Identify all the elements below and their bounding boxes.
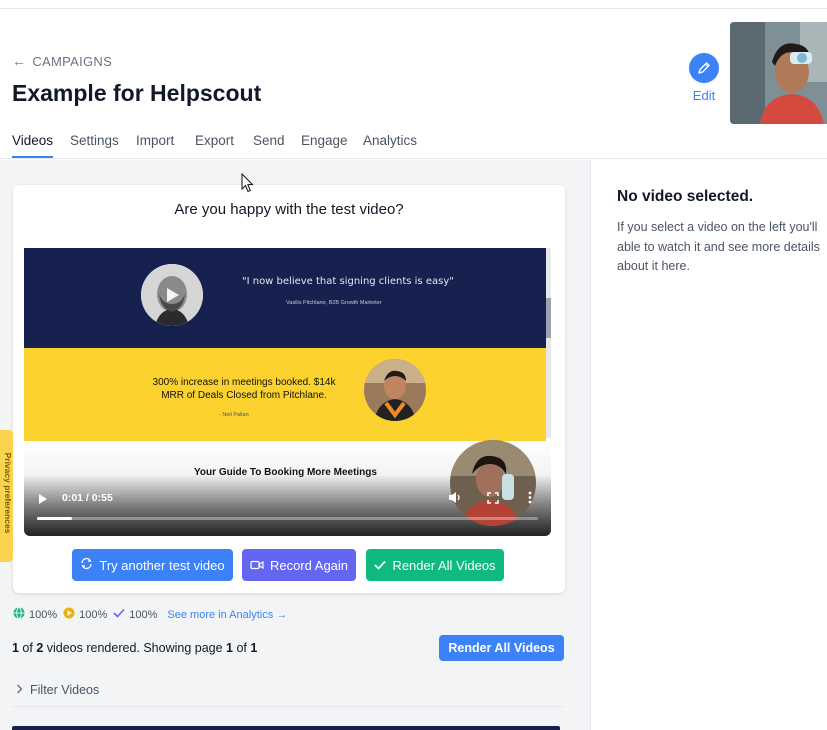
video-stats-text: 300% increase in meetings booked. $14k M… xyxy=(124,376,364,402)
record-again-button[interactable]: Record Again xyxy=(242,549,356,581)
back-link-label: CAMPAIGNS xyxy=(32,53,113,69)
render-of-label-2: of xyxy=(233,641,251,655)
test-video-card: Are you happy with the test video? "I no… xyxy=(13,185,565,593)
completed-percent: 100% xyxy=(129,608,158,621)
see-more-analytics-link[interactable]: See more in Analytics → xyxy=(167,609,287,621)
refresh-icon xyxy=(80,557,93,573)
video-scrollbar-thumb[interactable] xyxy=(546,298,551,338)
try-another-label: Try another test video xyxy=(99,557,225,573)
video-quote-attribution: Vasilis Pitchlane, B2B Growth Marketer xyxy=(286,300,382,306)
current-page: 1 xyxy=(226,641,233,655)
video-scrollbar-track[interactable] xyxy=(546,248,551,438)
tab-videos[interactable]: Videos xyxy=(12,133,54,158)
total-pages: 1 xyxy=(250,641,258,655)
test-video-question: Are you happy with the test video? xyxy=(174,201,404,218)
render-all-videos-secondary-button[interactable]: Render All Videos xyxy=(439,635,564,661)
played-percent: 100% xyxy=(79,608,108,621)
play-circle-icon xyxy=(63,607,75,622)
tab-export[interactable]: Export xyxy=(195,133,234,156)
rendered-count: 1 xyxy=(12,641,19,655)
video-progress-fill xyxy=(37,517,73,520)
testimonial-face-image xyxy=(141,264,203,326)
next-video-preview-edge xyxy=(12,726,560,730)
volume-icon[interactable] xyxy=(448,491,462,509)
render-status-text: 1 of 2 videos rendered. Showing page 1 o… xyxy=(12,641,257,655)
chevron-right-icon xyxy=(16,683,23,697)
filter-divider xyxy=(12,706,564,707)
video-camera-icon xyxy=(250,558,264,573)
privacy-preferences-tab[interactable]: Privacy preferences xyxy=(0,430,13,562)
tab-import[interactable]: Import xyxy=(136,133,174,156)
details-body: If you select a video on the left you'll… xyxy=(617,220,820,273)
video-stats-line-1: 300% increase in meetings booked. $14k xyxy=(152,377,336,388)
try-another-video-button[interactable]: Try another test video xyxy=(72,549,233,581)
video-details-pane: No video selected. If you select a video… xyxy=(590,160,827,730)
video-stats-line-2: MRR of Deals Closed from Pitchlane. xyxy=(161,390,327,401)
fullscreen-icon[interactable] xyxy=(487,491,499,509)
campaign-stats-row: 100% 100% 100% See more in Analytics → xyxy=(13,607,287,622)
record-again-label: Record Again xyxy=(269,557,349,573)
page-title: Example for Helpscout xyxy=(12,80,262,106)
edit-button[interactable]: Edit xyxy=(687,53,721,103)
render-all-label: Render All Videos xyxy=(392,557,496,573)
filter-videos-toggle[interactable]: Filter Videos xyxy=(16,683,99,697)
globe-icon xyxy=(13,607,25,622)
test-video-player[interactable]: "I now believe that signing clients is e… xyxy=(24,240,551,536)
video-stats-signature: - Neil Pallan xyxy=(219,412,249,418)
checkmark-icon xyxy=(374,558,387,573)
video-progress-bar[interactable] xyxy=(37,517,538,520)
video-quote: "I now believe that signing clients is e… xyxy=(242,276,454,287)
check-icon xyxy=(113,608,125,621)
video-controls: 0:01 / 0:55 xyxy=(24,487,551,536)
video-time: 0:01 / 0:55 xyxy=(62,492,113,504)
details-title: No video selected. xyxy=(617,188,754,205)
arrow-left-icon: ← xyxy=(12,53,27,69)
edit-label[interactable]: Edit xyxy=(687,88,721,103)
mouse-cursor-icon xyxy=(241,172,255,198)
render-mid-label: videos rendered. Showing page xyxy=(43,641,227,655)
pencil-icon[interactable] xyxy=(689,53,719,83)
privacy-preferences-label: Privacy preferences xyxy=(3,452,13,534)
tab-send[interactable]: Send xyxy=(253,133,285,156)
play-icon[interactable] xyxy=(38,492,48,510)
tab-engage[interactable]: Engage xyxy=(301,133,348,156)
filter-videos-label: Filter Videos xyxy=(30,683,100,697)
campaign-tabs: Videos Settings Import Export Send Engag… xyxy=(0,131,827,159)
render-all-videos-button[interactable]: Render All Videos xyxy=(366,549,504,581)
video-testimonial-banner xyxy=(24,248,546,348)
delivered-percent: 100% xyxy=(29,608,58,621)
video-guide-title: Your Guide To Booking More Meetings xyxy=(194,467,377,478)
render-of-label: of xyxy=(18,641,37,655)
user-webcam-avatar xyxy=(730,22,827,124)
tab-settings[interactable]: Settings xyxy=(70,133,119,156)
stats-face-image xyxy=(364,359,426,421)
back-to-campaigns-link[interactable]: ← CAMPAIGNS xyxy=(12,53,112,69)
tab-analytics[interactable]: Analytics xyxy=(363,133,417,156)
more-options-icon[interactable] xyxy=(528,491,532,509)
